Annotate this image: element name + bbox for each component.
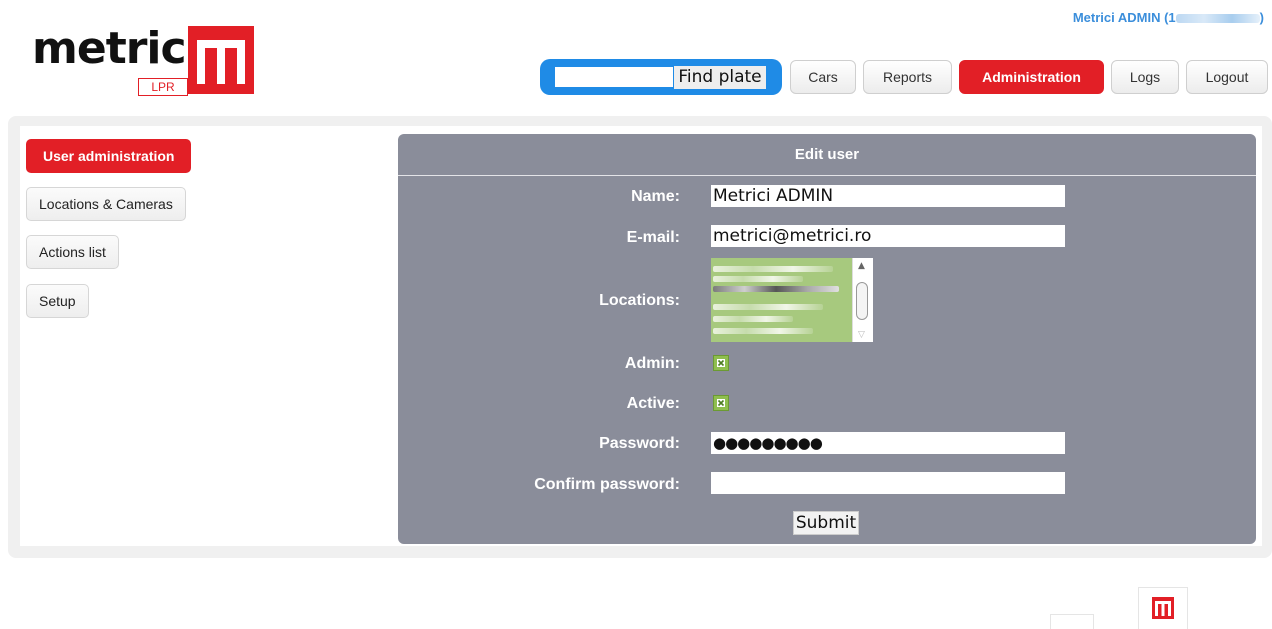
location-option[interactable]	[713, 328, 813, 334]
locations-label: Locations:	[599, 292, 680, 309]
submit-button[interactable]: Submit	[793, 511, 859, 535]
password-field[interactable]: ●●●●●●●●●	[711, 432, 1065, 454]
sidebar-item-user-administration[interactable]: User administration	[26, 139, 192, 173]
checkbox-checked-icon	[717, 399, 725, 407]
location-option[interactable]	[713, 316, 793, 322]
brand-sub-label: LPR	[138, 78, 188, 96]
nav-reports-button[interactable]: Reports	[863, 60, 952, 94]
form-title: Edit user	[398, 134, 1256, 176]
locations-multiselect[interactable]: ▲ ▽	[711, 258, 873, 342]
nav-logout-button[interactable]: Logout	[1186, 60, 1268, 94]
edit-user-form: Edit user Name: E-mail: Locations: ▲ ▽ A…	[398, 134, 1256, 544]
location-option[interactable]	[713, 286, 839, 292]
confirm-password-label: Confirm password:	[534, 476, 680, 493]
current-user-link[interactable]: Metrici ADMIN (1)	[1073, 10, 1264, 25]
brand-name: metricí	[32, 23, 201, 74]
sidebar-item-setup[interactable]: Setup	[26, 284, 89, 318]
brand-logo: metricí LPR	[32, 26, 262, 96]
name-label: Name:	[631, 188, 680, 205]
find-plate-form: Find plate	[540, 59, 782, 95]
locations-scrollbar[interactable]: ▲ ▽	[852, 258, 873, 342]
confirm-password-field[interactable]	[711, 472, 1065, 494]
name-field[interactable]	[711, 185, 1065, 207]
email-field[interactable]	[711, 225, 1065, 247]
scroll-up-arrow-icon[interactable]: ▲	[858, 261, 865, 271]
user-id-redacted	[1175, 14, 1260, 24]
metrici-m-logo-icon	[1152, 597, 1174, 619]
find-plate-button[interactable]: Find plate	[674, 66, 766, 89]
current-user-suffix: )	[1259, 10, 1264, 25]
password-label: Password:	[599, 435, 680, 452]
footer-placeholder-box	[1050, 614, 1094, 629]
current-user-label: Metrici ADMIN (1	[1072, 10, 1176, 25]
scroll-down-arrow-icon[interactable]: ▽	[858, 330, 865, 340]
metrici-m-logo-icon	[188, 26, 254, 94]
nav-logs-button[interactable]: Logs	[1111, 60, 1179, 94]
sidebar-item-actions-list[interactable]: Actions list	[26, 235, 119, 269]
admin-checkbox[interactable]	[713, 355, 729, 371]
active-label: Active:	[626, 395, 680, 412]
scrollbar-thumb[interactable]	[856, 282, 868, 320]
nav-cars-button[interactable]: Cars	[790, 60, 856, 94]
nav-administration-button[interactable]: Administration	[959, 60, 1104, 94]
sidebar-item-locations-cameras[interactable]: Locations & Cameras	[26, 187, 186, 221]
email-label: E-mail:	[626, 229, 680, 246]
location-option[interactable]	[713, 304, 823, 310]
footer-logo	[1138, 587, 1188, 629]
checkbox-checked-icon	[717, 359, 725, 367]
active-checkbox[interactable]	[713, 395, 729, 411]
admin-label: Admin:	[624, 355, 680, 372]
find-plate-input[interactable]	[555, 67, 673, 87]
location-option[interactable]	[713, 276, 803, 282]
location-option[interactable]	[713, 266, 833, 272]
